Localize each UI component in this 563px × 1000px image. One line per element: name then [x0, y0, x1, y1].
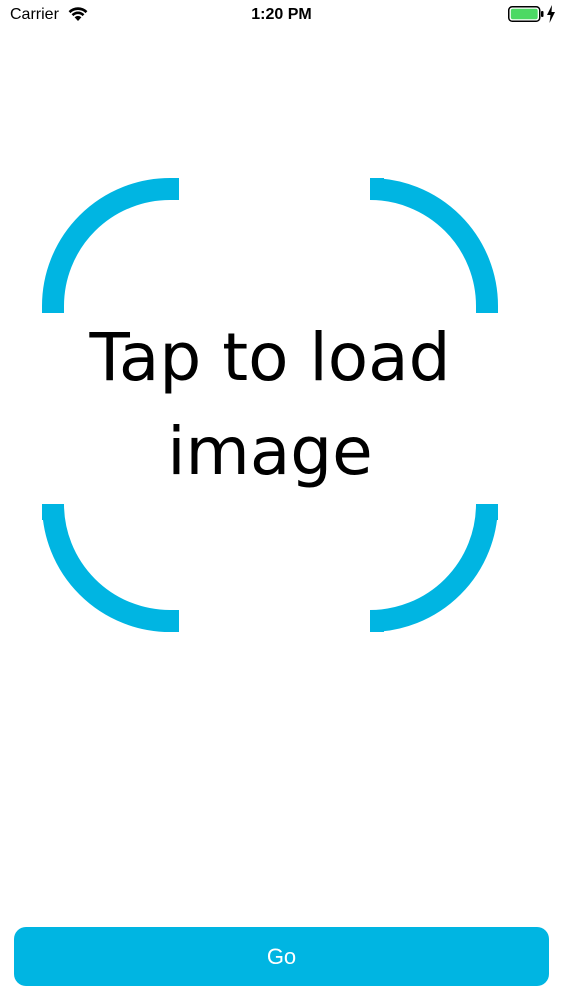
battery-full-icon	[508, 6, 544, 22]
tap-to-load-label: Tap to load image	[89, 319, 451, 490]
app-screen: Carrier 1:20 PM Tap to load image Go	[0, 0, 563, 1000]
clock: 1:20 PM	[251, 6, 312, 23]
charging-bolt-icon	[546, 5, 556, 23]
status-bar: Carrier 1:20 PM	[0, 0, 563, 30]
image-load-area[interactable]: Tap to load image	[42, 178, 498, 632]
go-button[interactable]: Go	[14, 927, 549, 986]
